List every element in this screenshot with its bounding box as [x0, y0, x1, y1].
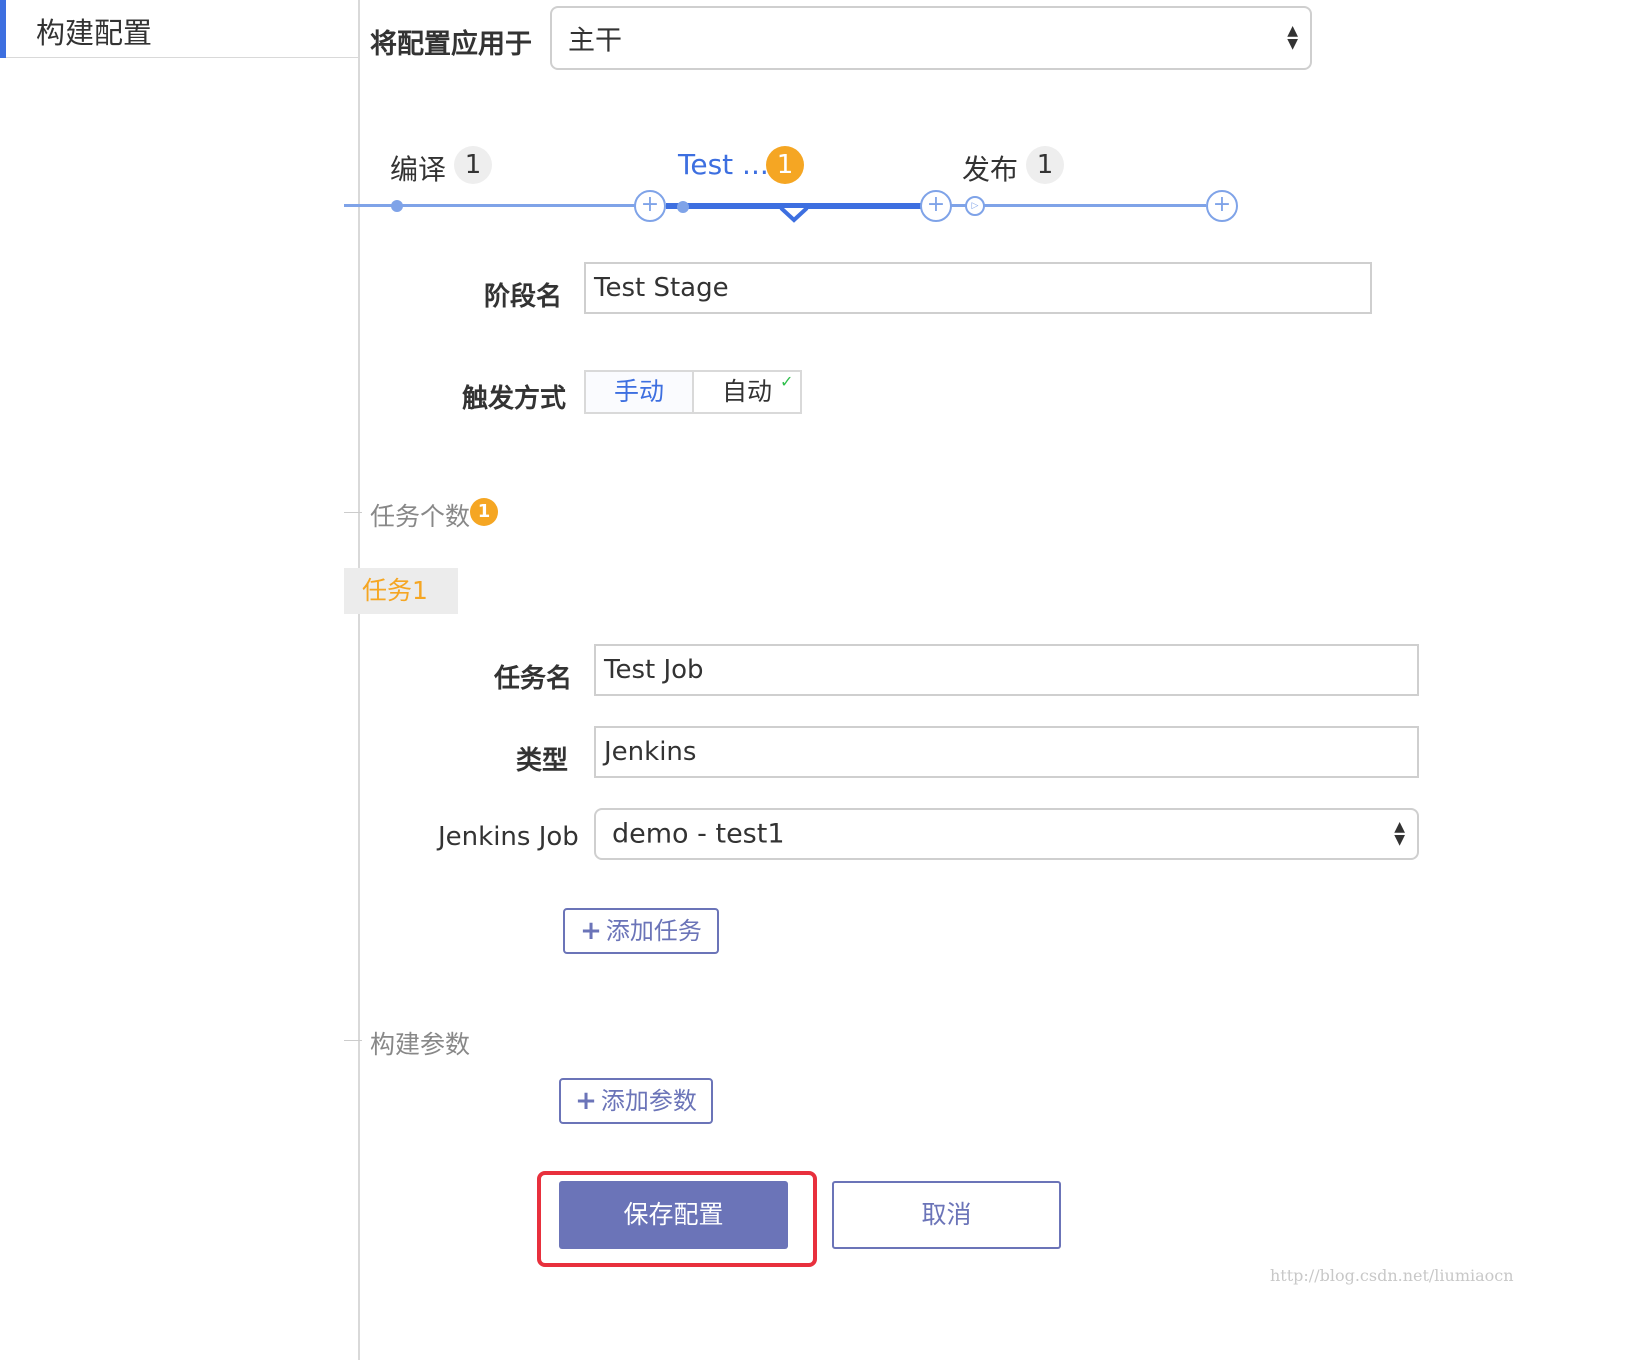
add-param-label: 添加参数 — [600, 1087, 697, 1115]
plus-icon: + — [575, 1086, 597, 1116]
jenkins-job-label: Jenkins Job — [438, 822, 579, 852]
stage-tab-publish[interactable]: 发布 — [962, 148, 1018, 188]
stage-publish-count: 1 — [1026, 146, 1064, 184]
apply-to-select[interactable]: 主干 ▲ ▼ — [550, 6, 1312, 70]
task-type-value: Jenkins — [604, 737, 697, 767]
apply-to-value: 主干 — [568, 25, 622, 57]
trigger-label: 触发方式 — [462, 384, 567, 414]
select-arrows-icon: ▲ ▼ — [1287, 23, 1298, 52]
tasks-count-badge: 1 — [470, 498, 498, 526]
pipeline-track — [344, 204, 636, 207]
tasks-section-title: 任务个数 — [370, 502, 471, 531]
active-indicator — [0, 0, 6, 58]
params-section-title: 构建参数 — [370, 1030, 471, 1059]
stage-name-value: Test Stage — [594, 273, 729, 303]
add-param-button[interactable]: + 添加参数 — [559, 1078, 713, 1124]
pipeline-track — [950, 204, 1206, 207]
jenkins-job-value: demo - test1 — [612, 818, 785, 850]
stage-test-count: 1 — [766, 146, 804, 184]
trigger-toggle: 手动 自动 — [584, 370, 802, 414]
task-type-label: 类型 — [516, 746, 569, 776]
trigger-manual-option[interactable]: 手动 — [586, 372, 694, 412]
cancel-button[interactable]: 取消 — [832, 1181, 1061, 1249]
play-icon: ▷ — [965, 196, 985, 216]
apply-to-label: 将配置应用于 — [370, 29, 532, 60]
sidebar-tab-label: 构建配置 — [36, 16, 153, 50]
stage-name-label: 阶段名 — [484, 282, 563, 312]
task-name-input[interactable]: Test Job — [594, 644, 1419, 696]
task-name-value: Test Job — [604, 655, 704, 685]
section-divider — [344, 1040, 362, 1041]
check-icon: ✓ — [780, 372, 794, 391]
stage-tab-compile[interactable]: 编译 — [390, 148, 446, 188]
jenkins-job-select[interactable]: demo - test1 ▲ ▼ — [594, 808, 1419, 860]
stage-compile-count: 1 — [454, 146, 492, 184]
add-task-button[interactable]: + 添加任务 — [563, 908, 719, 954]
select-arrows-icon: ▲ ▼ — [1394, 819, 1405, 848]
task-name-label: 任务名 — [494, 664, 573, 694]
sidebar: 构建配置 — [0, 0, 360, 1360]
stage-name-input[interactable]: Test Stage — [584, 262, 1372, 314]
add-stage-icon[interactable]: + — [634, 190, 666, 222]
watermark: http://blog.csdn.net/liumiaocn — [1270, 1266, 1514, 1285]
active-stage-caret-icon — [779, 206, 809, 223]
highlight-frame — [537, 1171, 817, 1267]
stage-dot — [391, 200, 403, 212]
add-stage-icon[interactable]: + — [920, 190, 952, 222]
task-tab-1[interactable]: 任务1 — [344, 568, 458, 614]
stage-dot — [677, 201, 689, 213]
plus-icon: + — [580, 916, 602, 946]
stage-tab-test[interactable]: Test ... — [678, 148, 769, 181]
section-divider — [344, 512, 362, 513]
sidebar-tab-build-config[interactable]: 构建配置 — [0, 0, 360, 58]
add-stage-icon[interactable]: + — [1206, 190, 1238, 222]
task-type-input[interactable]: Jenkins — [594, 726, 1419, 778]
add-task-label: 添加任务 — [605, 917, 702, 945]
